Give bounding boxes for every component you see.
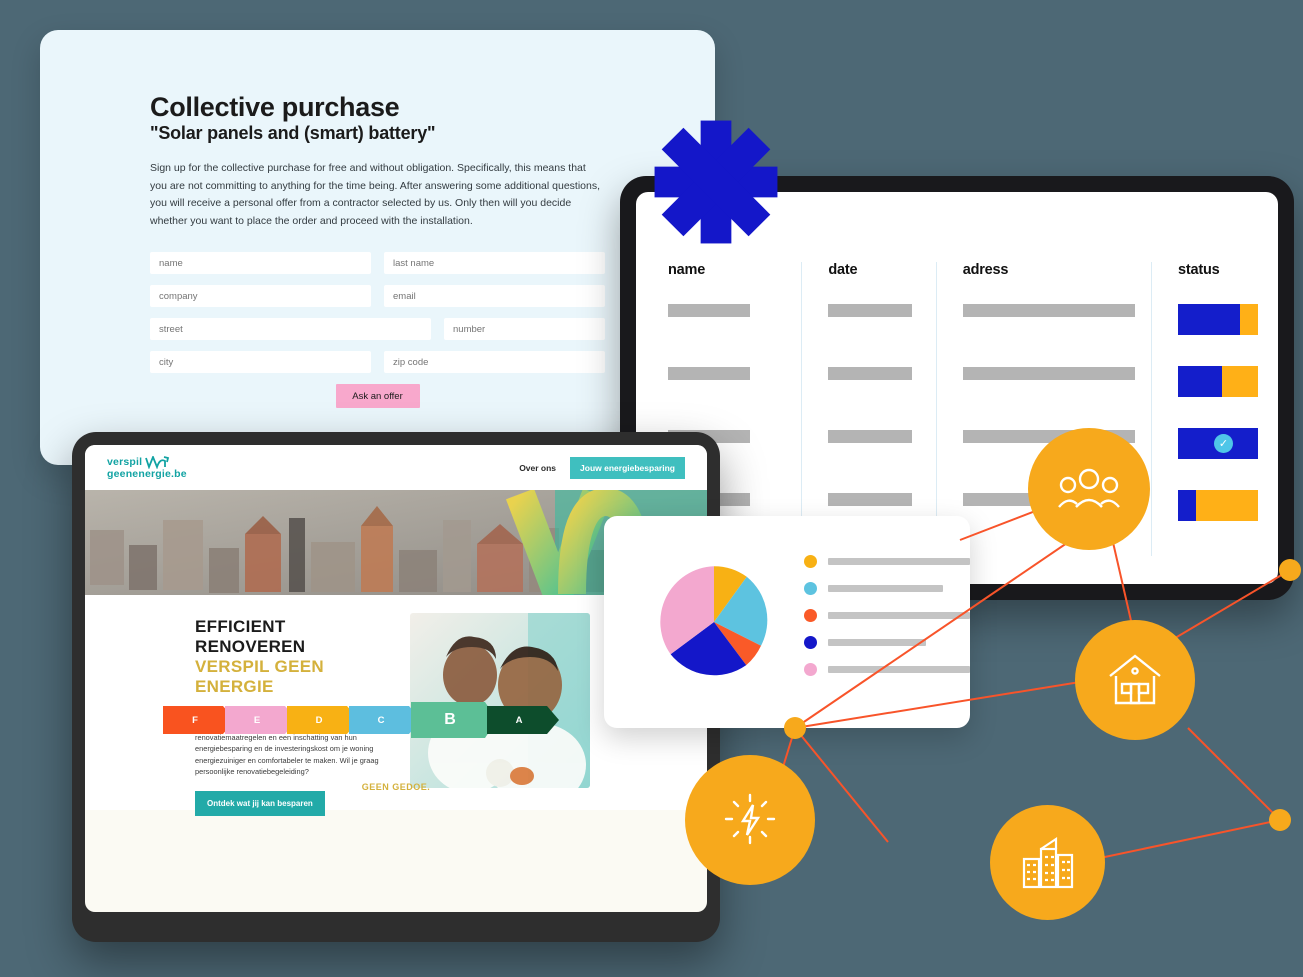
logo-text-line1: verspil: [107, 455, 143, 468]
energy-label-scale: F E D C B A: [163, 702, 549, 738]
epc-label-b-active[interactable]: B: [411, 702, 497, 738]
table-cell: [668, 367, 750, 380]
column-header-status: status: [1178, 262, 1220, 278]
asterisk-icon: [654, 120, 778, 244]
house-icon: [1109, 654, 1161, 705]
node-network: [660, 410, 1303, 977]
epc-label-e[interactable]: E: [225, 706, 297, 734]
site-logo[interactable]: verspil geenenergie.be: [107, 455, 187, 480]
page-subtitle: "Solar panels and (smart) battery": [150, 123, 436, 143]
network-node-dot: [1279, 559, 1301, 581]
signup-form: Ask an offer: [150, 252, 605, 408]
page-title: Collective purchase: [150, 92, 400, 122]
epc-label-a[interactable]: A: [487, 706, 559, 734]
city-input[interactable]: [150, 351, 371, 373]
epc-label-f[interactable]: F: [163, 706, 235, 734]
company-input[interactable]: [150, 285, 371, 307]
column-header-name: name: [668, 262, 706, 278]
table-cell: [668, 304, 750, 317]
email-input[interactable]: [384, 285, 605, 307]
column-header-date: date: [828, 262, 858, 278]
column-header-adress: adress: [962, 262, 1009, 278]
family-photo: [410, 613, 590, 788]
site-header: verspil geenenergie.be Over ons Jouw ene…: [85, 445, 707, 490]
form-row: [150, 252, 605, 274]
status-badge: [1178, 304, 1258, 335]
table-cell: [828, 304, 913, 317]
epc-label-d[interactable]: D: [287, 706, 359, 734]
node-energy[interactable]: [685, 755, 815, 885]
number-input[interactable]: [444, 318, 605, 340]
logo-text-line2: geenenergie.be: [107, 467, 187, 480]
zip-code-input[interactable]: [384, 351, 605, 373]
buildings-icon: [1022, 836, 1073, 888]
epc-label-c[interactable]: C: [349, 706, 421, 734]
ask-an-offer-button[interactable]: Ask an offer: [335, 384, 420, 408]
table-cell: [828, 367, 913, 380]
discover-savings-button[interactable]: Ontdek wat jij kan besparen: [195, 791, 325, 817]
node-buildings[interactable]: [990, 805, 1105, 920]
form-row: [150, 318, 605, 340]
collective-purchase-panel: Collective purchase "Solar panels and (s…: [40, 30, 715, 465]
status-badge: [1178, 366, 1258, 397]
nav-link-over-ons[interactable]: Over ons: [519, 463, 556, 473]
network-node-dot: [784, 717, 806, 739]
table-cell: [962, 367, 1135, 380]
last-name-input[interactable]: [384, 252, 605, 274]
content-heading-line2: VERSPIL GEEN ENERGIE: [195, 657, 324, 696]
network-node-dot: [1269, 809, 1291, 831]
people-icon: [1058, 468, 1120, 508]
node-house[interactable]: [1075, 620, 1195, 740]
street-input[interactable]: [150, 318, 431, 340]
wave-arrow-icon: [145, 455, 170, 469]
network-lines: [714, 489, 1301, 859]
node-people[interactable]: [1028, 428, 1150, 550]
form-row: [150, 351, 605, 373]
intro-paragraph: Sign up for the collective purchase for …: [150, 162, 601, 227]
site-tagline: GEEN GEDOE.: [361, 782, 431, 792]
scene: Collective purchase "Solar panels and (s…: [0, 0, 1303, 977]
energy-icon: [724, 793, 776, 845]
content-heading-line1: EFFICIENT RENOVEREN: [195, 617, 306, 656]
name-input[interactable]: [150, 252, 371, 274]
table-cell: [962, 304, 1135, 317]
form-row: [150, 285, 605, 307]
